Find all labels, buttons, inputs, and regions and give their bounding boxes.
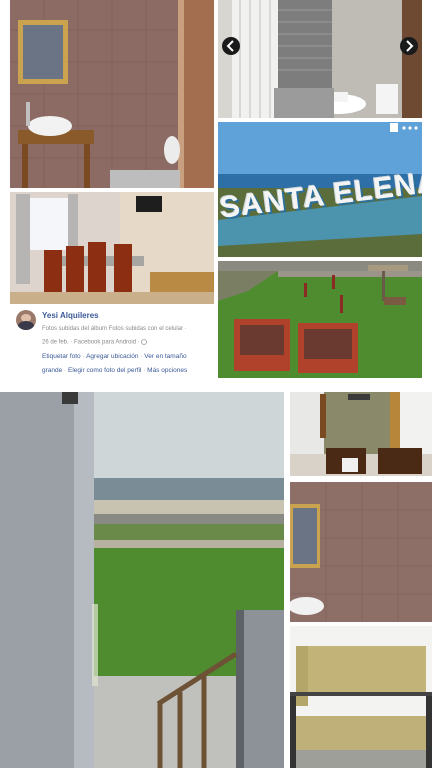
photo-shower[interactable]	[218, 0, 422, 118]
next-photo-button[interactable]	[400, 37, 418, 55]
prev-photo-button[interactable]	[222, 37, 240, 55]
photo-tiled-wall[interactable]	[290, 482, 432, 622]
tag-photo-link[interactable]: Etiquetar foto	[42, 353, 81, 360]
view-full-size-link-cont[interactable]: grande	[42, 367, 62, 374]
photo-santa-elena-sign[interactable]: SANTA ELENA	[218, 122, 422, 257]
post-author[interactable]: Yesi Alquileres	[42, 311, 99, 320]
more-options-link[interactable]: Más opciones	[147, 367, 187, 374]
chevron-right-icon	[406, 40, 414, 52]
photo-bunk-bed[interactable]	[290, 626, 432, 768]
post-actions-row2: grande · Elegir como foto del perfil · M…	[42, 367, 187, 374]
photo-garden-grills[interactable]	[218, 261, 422, 378]
post-meta-line2: 26 de feb. · Facebook para Android ·	[42, 339, 148, 346]
post-actions-row1: Etiquetar foto · Agregar ubicación · Ver…	[42, 353, 187, 360]
globe-icon	[141, 339, 148, 345]
post-date[interactable]: 26 de feb. · Facebook para Android ·	[42, 340, 141, 346]
avatar[interactable]	[16, 310, 36, 330]
set-profile-photo-link[interactable]: Elegir como foto del perfil	[68, 367, 141, 374]
view-full-size-link[interactable]: Ver en tamaño	[144, 353, 186, 360]
photo-balcony-view[interactable]	[0, 392, 284, 768]
photo-dining-room[interactable]	[10, 192, 214, 304]
photo-bathroom-sink[interactable]	[10, 0, 214, 188]
bookmark-icon[interactable]	[390, 123, 398, 132]
add-location-link[interactable]: Agregar ubicación	[86, 353, 138, 360]
post-meta-line1: Fotos subidas del álbum Fotos subidas co…	[42, 326, 187, 332]
photo-small-dining[interactable]	[290, 392, 432, 476]
chevron-left-icon	[226, 40, 234, 52]
post-info-card: Yesi Alquileres Fotos subidas del álbum …	[10, 304, 214, 388]
more-dots-icon[interactable]	[402, 126, 418, 130]
